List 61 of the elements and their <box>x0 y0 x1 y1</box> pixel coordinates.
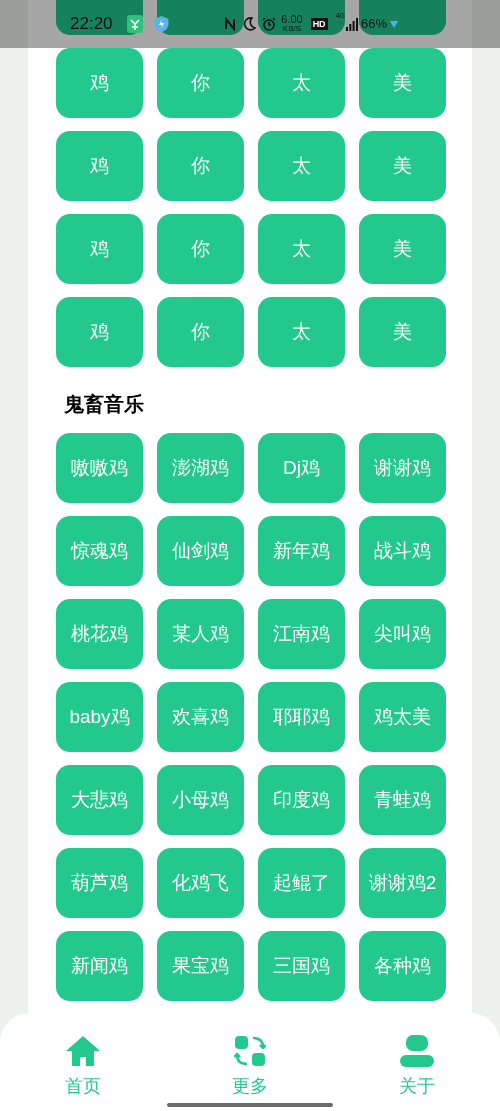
sound-button[interactable]: 太 <box>258 214 345 284</box>
sound-button[interactable]: 欢喜鸡 <box>157 682 244 752</box>
sound-button[interactable]: 你 <box>157 214 244 284</box>
sound-button[interactable]: 化鸡飞 <box>157 848 244 918</box>
nav-tab[interactable]: 首页 <box>50 1035 116 1099</box>
alarm-icon <box>262 17 277 31</box>
sound-button[interactable]: 鸡 <box>56 48 143 118</box>
home-icon <box>65 1035 101 1067</box>
clock: 22:20 <box>70 13 113 36</box>
sound-button[interactable]: 你 <box>157 131 244 201</box>
sound-button[interactable]: 鸡 <box>56 214 143 284</box>
nav-tab[interactable]: 关于 <box>384 1035 450 1099</box>
sound-button[interactable]: 葫芦鸡 <box>56 848 143 918</box>
sound-button[interactable]: 澎湖鸡 <box>157 433 244 503</box>
sound-button[interactable]: 惊魂鸡 <box>56 516 143 586</box>
sound-button[interactable]: 各种鸡 <box>359 931 446 1001</box>
sound-button[interactable]: 战斗鸡 <box>359 516 446 586</box>
sound-button[interactable]: 尖叫鸡 <box>359 599 446 669</box>
sound-button[interactable]: 你 <box>157 297 244 367</box>
sound-button[interactable]: Dj鸡 <box>258 433 345 503</box>
person-icon <box>400 1035 434 1067</box>
swap-icon <box>234 1035 266 1067</box>
sound-button[interactable]: 嗷嗷鸡 <box>56 433 143 503</box>
sound-button[interactable]: 某人鸡 <box>157 599 244 669</box>
battery-level: 66% <box>360 15 387 34</box>
sound-button[interactable]: 太 <box>258 48 345 118</box>
sound-button[interactable]: 果宝鸡 <box>157 931 244 1001</box>
signal-icon <box>345 17 358 31</box>
sound-button[interactable]: 新闻鸡 <box>56 931 143 1001</box>
sound-button[interactable]: 起鲲了 <box>258 848 345 918</box>
sound-button[interactable]: 仙剑鸡 <box>157 516 244 586</box>
sound-button[interactable]: 大悲鸡 <box>56 765 143 835</box>
sound-button[interactable]: 美 <box>359 297 446 367</box>
sound-button[interactable]: 三国鸡 <box>258 931 345 1001</box>
sound-button[interactable]: 印度鸡 <box>258 765 345 835</box>
moon-icon <box>243 17 257 31</box>
sound-button[interactable]: 江南鸡 <box>258 599 345 669</box>
sound-button[interactable]: 太 <box>258 297 345 367</box>
sound-button[interactable]: 小母鸡 <box>157 765 244 835</box>
shield-icon <box>152 15 170 33</box>
nav-tab[interactable]: 更多 <box>217 1035 283 1099</box>
sound-button[interactable]: 桃花鸡 <box>56 599 143 669</box>
sound-button[interactable]: 耶耶鸡 <box>258 682 345 752</box>
section-heading: 鬼畜音乐 <box>63 392 145 417</box>
sound-button[interactable]: 美 <box>359 214 446 284</box>
nfc-icon <box>224 17 237 31</box>
sound-button[interactable]: 美 <box>359 131 446 201</box>
sound-button[interactable]: 太 <box>258 131 345 201</box>
speed-unit: KB/S <box>282 24 302 33</box>
sound-button[interactable]: baby鸡 <box>56 682 143 752</box>
speed-value: 6.00 <box>281 15 303 24</box>
sound-button[interactable]: 谢谢鸡 <box>359 433 446 503</box>
sound-button[interactable]: 鸡太美 <box>359 682 446 752</box>
sound-button[interactable]: 新年鸡 <box>258 516 345 586</box>
sound-button[interactable]: 美 <box>359 48 446 118</box>
sound-button[interactable]: 青蛙鸡 <box>359 765 446 835</box>
sound-button[interactable]: 谢谢鸡2 <box>359 848 446 918</box>
sound-button[interactable]: 你 <box>157 48 244 118</box>
sound-button[interactable]: 鸡 <box>56 131 143 201</box>
sound-button[interactable]: 鸡 <box>56 297 143 367</box>
charging-icon <box>390 20 398 28</box>
